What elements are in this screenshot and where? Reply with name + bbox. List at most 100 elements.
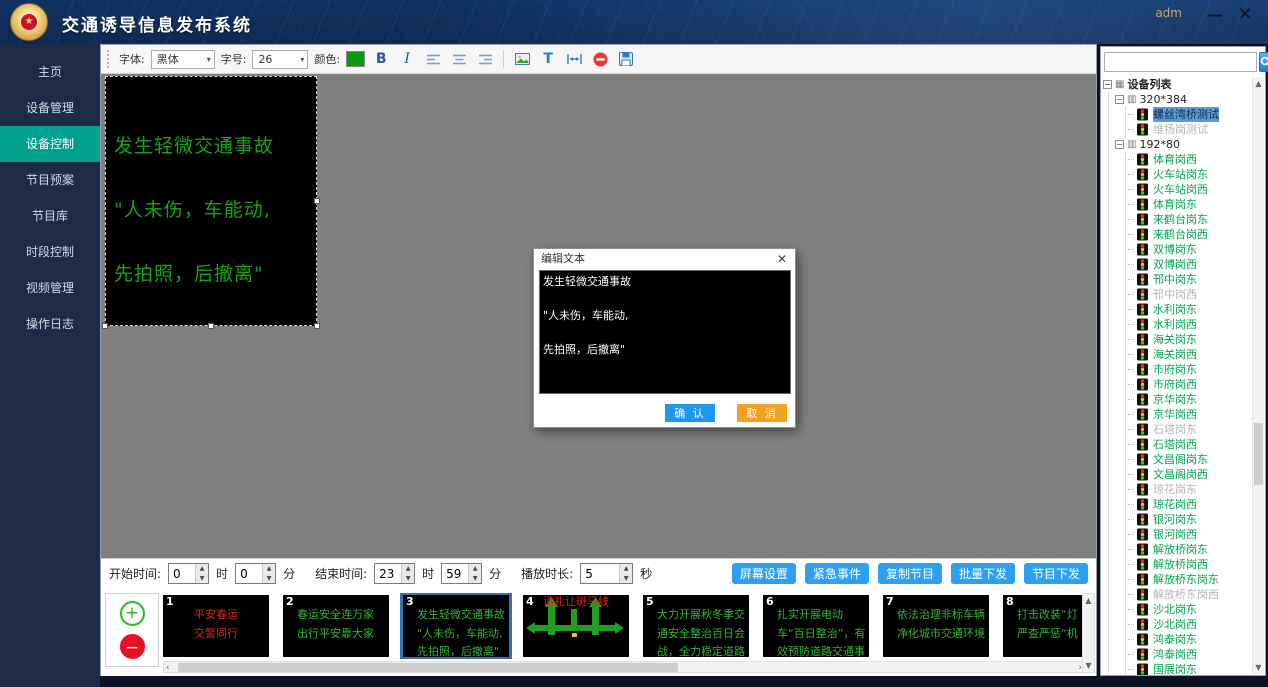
program-thumbnail[interactable]: 2 春运安全连万家 出行平安靠大家 <box>283 595 389 657</box>
spin-down-icon[interactable]: ▼ <box>196 574 208 584</box>
device-item[interactable]: 水利岗西 <box>1128 317 1251 332</box>
italic-button[interactable]: I <box>397 49 417 69</box>
tree-group[interactable]: − ▥ 320*384 <box>1115 92 1251 107</box>
spin-up-icon[interactable]: ▲ <box>620 564 632 574</box>
font-size-select[interactable]: 26 ▾ <box>252 50 308 69</box>
scrollbar-thumb[interactable] <box>178 663 678 672</box>
device-item[interactable]: 琼花岗西 <box>1128 497 1251 512</box>
sidebar-item[interactable]: 设备管理 <box>0 90 100 126</box>
device-item[interactable]: 文昌阁岗东 <box>1128 452 1251 467</box>
collapse-icon[interactable]: − <box>1115 95 1124 104</box>
scroll-down-icon[interactable]: ▼ <box>1083 661 1094 670</box>
spin-down-icon[interactable]: ▼ <box>620 574 632 584</box>
scroll-up-icon[interactable]: ▲ <box>1253 79 1264 88</box>
scroll-up-icon[interactable]: ▲ <box>1083 596 1094 605</box>
insert-text-button[interactable]: T <box>538 49 558 69</box>
tree-group[interactable]: − ▥ 192*80 <box>1115 137 1251 152</box>
close-icon[interactable]: ✕ <box>774 251 790 267</box>
resize-handle[interactable] <box>102 323 108 329</box>
spin-down-icon[interactable]: ▼ <box>263 574 275 584</box>
dialog-textarea[interactable]: 发生轻微交通事故 "人未伤，车能动, 先拍照，后撤离" <box>539 270 791 394</box>
horizontal-scrollbar[interactable]: ‹ › <box>163 661 1085 673</box>
resize-handle[interactable] <box>314 198 320 204</box>
action-button[interactable]: 复制节目 <box>878 563 942 584</box>
action-button[interactable]: 节目下发 <box>1024 563 1088 584</box>
device-item[interactable]: 银河岗东 <box>1128 512 1251 527</box>
sidebar-item[interactable]: 节目预案 <box>0 162 100 198</box>
device-item[interactable]: 沙北岗东 <box>1128 602 1251 617</box>
spin-up-icon[interactable]: ▲ <box>469 564 481 574</box>
sidebar-item[interactable]: 主页 <box>0 54 100 90</box>
collapse-icon[interactable]: − <box>1115 140 1124 149</box>
action-button[interactable]: 批量下发 <box>951 563 1015 584</box>
tree-scrollbar[interactable]: ▲ ▼ <box>1252 77 1264 674</box>
device-item[interactable]: 邗中岗西 <box>1128 287 1251 302</box>
program-thumbnail[interactable]: 8 打击改装“灯 严查严惩“机 <box>1003 595 1085 657</box>
program-thumbnail[interactable]: 6 扎实开展电动车“百日整治”，有效预防道路交通事故。 <box>763 595 869 657</box>
device-item[interactable]: 双博岗东 <box>1128 242 1251 257</box>
stop-button[interactable] <box>590 49 610 69</box>
device-item[interactable]: 石塔岗西 <box>1128 437 1251 452</box>
resize-handle[interactable] <box>314 323 320 329</box>
device-item[interactable]: 解放桥岗西 <box>1128 557 1251 572</box>
start-hour-input[interactable]: ▲▼ <box>168 563 209 584</box>
device-item[interactable]: 鸿泰岗东 <box>1128 632 1251 647</box>
device-item[interactable]: 邗中岗东 <box>1128 272 1251 287</box>
device-item[interactable]: 市府岗西 <box>1128 377 1251 392</box>
spin-down-icon[interactable]: ▼ <box>402 574 414 584</box>
tree-root[interactable]: − ▦ 设备列表 <box>1103 77 1251 92</box>
sidebar-item[interactable]: 视频管理 <box>0 270 100 306</box>
device-item[interactable]: 螺丝湾桥测试 <box>1128 107 1251 122</box>
device-item[interactable]: 体育岗西 <box>1128 152 1251 167</box>
device-item[interactable]: 维扬岗测试 <box>1128 122 1251 137</box>
collapse-icon[interactable]: − <box>1103 80 1112 89</box>
device-item[interactable]: 海关岗东 <box>1128 332 1251 347</box>
device-item[interactable]: 石塔岗东 <box>1128 422 1251 437</box>
spin-up-icon[interactable]: ▲ <box>402 564 414 574</box>
device-item[interactable]: 京华岗西 <box>1128 407 1251 422</box>
sidebar-item[interactable]: 设备控制 <box>0 126 100 162</box>
action-button[interactable]: 屏幕设置 <box>732 563 796 584</box>
fit-width-icon[interactable] <box>564 49 584 69</box>
program-thumbnail[interactable]: 7 依法治理非标车辆 净化城市交通环境 <box>883 595 989 657</box>
minimize-icon[interactable]: — <box>1204 4 1226 26</box>
led-preview[interactable]: 发生轻微交通事故 "人未伤，车能动, 先拍照，后撤离" <box>105 76 317 326</box>
insert-image-button[interactable] <box>512 49 532 69</box>
sidebar-item[interactable]: 节目库 <box>0 198 100 234</box>
sidebar-item[interactable]: 操作日志 <box>0 306 100 342</box>
align-center-icon[interactable] <box>449 49 469 69</box>
program-thumbnail[interactable]: 4 请礼让斑马线 <box>523 595 629 657</box>
bold-button[interactable]: B <box>371 49 391 69</box>
device-item[interactable]: 来鹤台岗西 <box>1128 227 1251 242</box>
align-right-icon[interactable] <box>475 49 495 69</box>
vertical-scrollbar[interactable]: ▲ ▼ <box>1082 593 1095 673</box>
device-item[interactable]: 体育岗东 <box>1128 197 1251 212</box>
device-item[interactable]: 解放桥东岗东 <box>1128 572 1251 587</box>
device-item[interactable]: 文昌阁岗西 <box>1128 467 1251 482</box>
resize-handle[interactable] <box>208 323 214 329</box>
color-swatch[interactable] <box>346 51 365 67</box>
add-program-button[interactable]: + <box>120 601 145 626</box>
scrollbar-thumb[interactable] <box>1254 423 1263 485</box>
device-item[interactable]: 国展岗东 <box>1128 662 1251 675</box>
spin-up-icon[interactable]: ▲ <box>196 564 208 574</box>
close-icon[interactable]: ✕ <box>1234 4 1256 26</box>
program-thumbnail[interactable]: 5 大力开展秋冬季交通安全整治百日会战，全力稳定道路交通安全形势 <box>643 595 749 657</box>
device-item[interactable]: 火车站岗东 <box>1128 167 1251 182</box>
device-item[interactable]: 解放桥东岗西 <box>1128 587 1251 602</box>
end-hour-input[interactable]: ▲▼ <box>374 563 415 584</box>
search-button[interactable] <box>1259 52 1268 72</box>
program-thumbnail[interactable]: 1 平安春运 交警同行 <box>163 595 269 657</box>
device-item[interactable]: 市府岗东 <box>1128 362 1251 377</box>
save-button[interactable] <box>616 49 636 69</box>
font-select[interactable]: 黑体 ▾ <box>151 50 215 69</box>
device-item[interactable]: 鸿泰岗西 <box>1128 647 1251 662</box>
spin-down-icon[interactable]: ▼ <box>469 574 481 584</box>
search-input[interactable] <box>1104 52 1257 72</box>
device-item[interactable]: 银河岗西 <box>1128 527 1251 542</box>
program-thumbnail[interactable]: 3 发生轻微交通事故 "人未伤，车能动, 先拍照，后撤离" <box>403 595 509 657</box>
action-button[interactable]: 紧急事件 <box>805 563 869 584</box>
device-item[interactable]: 来鹤台岗东 <box>1128 212 1251 227</box>
cancel-button[interactable]: 取 消 <box>737 404 787 422</box>
device-item[interactable]: 京华岗东 <box>1128 392 1251 407</box>
